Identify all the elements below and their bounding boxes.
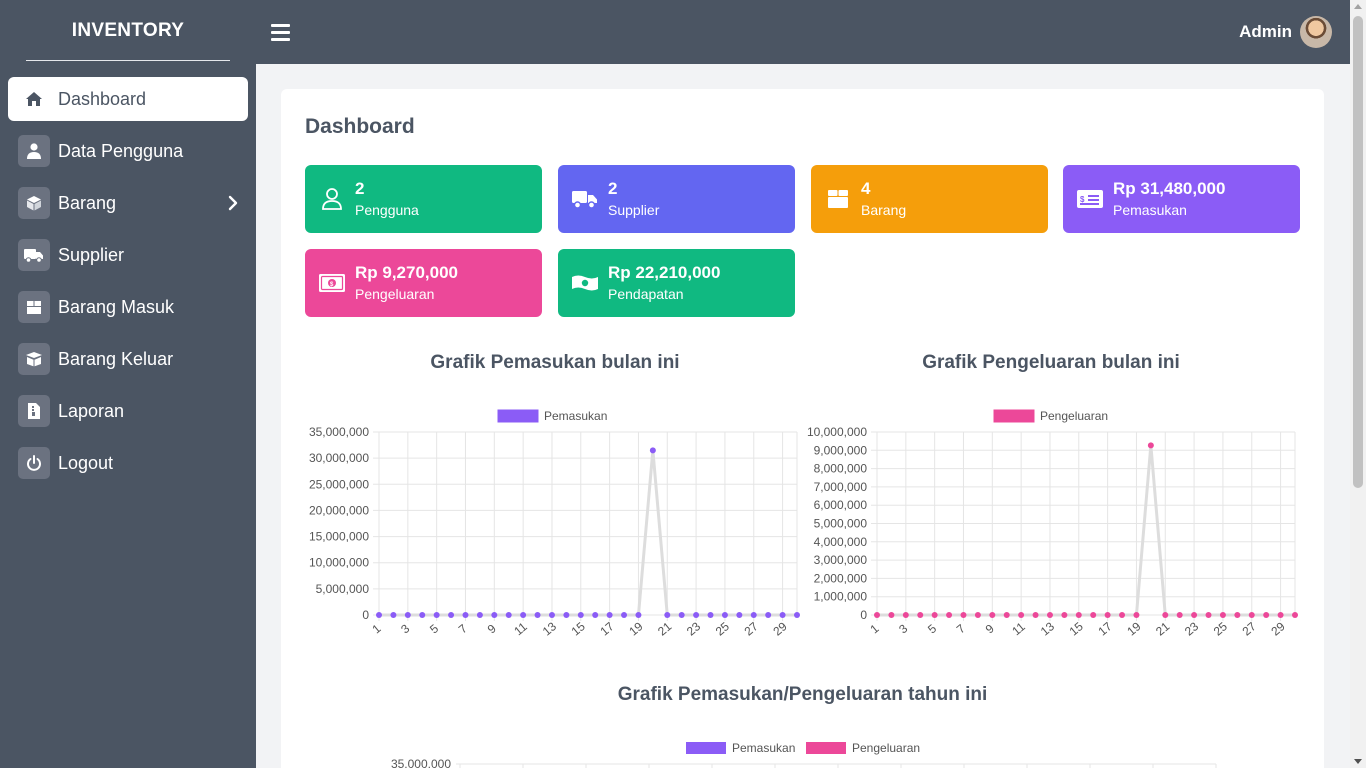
sidebar-item-label: Logout bbox=[58, 452, 114, 473]
sidebar-item-dashboard[interactable]: Dashboard bbox=[8, 77, 248, 121]
page-title: Dashboard bbox=[305, 115, 415, 138]
stat-label: Pendapatan bbox=[608, 286, 684, 302]
money-bill-icon: $ bbox=[317, 268, 347, 298]
hamburger-menu-icon[interactable] bbox=[271, 24, 291, 44]
scroll-thumb[interactable] bbox=[1353, 16, 1363, 488]
money-check-icon: $ bbox=[1075, 184, 1105, 214]
sidebar: INVENTORY Dashboard Data Pengguna Barang bbox=[0, 0, 256, 768]
chevron-right-icon bbox=[228, 195, 238, 216]
home-icon bbox=[18, 83, 50, 115]
main-card: Dashboard 2 Pengguna 2 Supplier 4 Barang $ … bbox=[281, 89, 1324, 768]
stat-value: 4 bbox=[861, 179, 871, 198]
stat-label: Pemasukan bbox=[1113, 202, 1187, 218]
scroll-down-arrow-icon[interactable] bbox=[1354, 759, 1362, 764]
stat-value: 2 bbox=[608, 179, 618, 198]
stat-card-pengeluaran[interactable]: $ Rp 9,270,000 Pengeluaran bbox=[305, 249, 542, 317]
file-icon bbox=[18, 395, 50, 427]
chart-title-tahunan: Grafik Pemasukan/Pengeluaran tahun ini bbox=[617, 684, 988, 705]
user-outline-icon bbox=[317, 184, 347, 214]
stat-card-pemasukan[interactable]: $ Rp 31,480,000 Pemasukan bbox=[1063, 165, 1300, 233]
sidebar-item-label: Dashboard bbox=[58, 88, 147, 109]
sidebar-item-laporan[interactable]: Laporan bbox=[8, 389, 248, 433]
money-bill-wave-icon bbox=[570, 268, 600, 298]
stat-value: 2 bbox=[355, 179, 365, 198]
svg-text:$: $ bbox=[1080, 195, 1085, 204]
box-icon bbox=[823, 184, 853, 214]
box-in-icon bbox=[18, 291, 50, 323]
sidebar-item-barang[interactable]: Barang bbox=[8, 181, 248, 225]
sidebar-item-label: Laporan bbox=[58, 400, 125, 421]
stat-card-barang[interactable]: 4 Barang bbox=[811, 165, 1048, 233]
sidebar-menu: Dashboard Data Pengguna Barang Supplier bbox=[8, 77, 248, 493]
sidebar-item-label: Barang Masuk bbox=[58, 296, 175, 317]
brand-title: INVENTORY bbox=[26, 0, 230, 61]
sidebar-item-label: Barang Keluar bbox=[58, 348, 174, 369]
sidebar-item-logout[interactable]: Logout bbox=[8, 441, 248, 485]
truck-icon bbox=[570, 184, 600, 214]
scroll-up-arrow-icon[interactable] bbox=[1354, 4, 1362, 9]
truck-icon bbox=[18, 239, 50, 271]
sidebar-item-label: Barang bbox=[58, 192, 117, 213]
stat-card-pengguna[interactable]: 2 Pengguna bbox=[305, 165, 542, 233]
chart-title-pengeluaran: Grafik Pengeluaran bulan ini bbox=[922, 352, 1180, 373]
topbar: Admin bbox=[256, 0, 1350, 64]
stat-card-pendapatan[interactable]: Rp 22,210,000 Pendapatan bbox=[558, 249, 795, 317]
stat-label: Pengguna bbox=[355, 202, 419, 218]
user-icon bbox=[18, 135, 50, 167]
sidebar-item-barang-masuk[interactable]: Barang Masuk bbox=[8, 285, 248, 329]
stat-value: Rp 22,210,000 bbox=[608, 263, 721, 282]
avatar[interactable] bbox=[1300, 16, 1332, 48]
box-icon bbox=[18, 187, 50, 219]
sidebar-item-label: Supplier bbox=[58, 244, 125, 265]
chart-title-pemasukan: Grafik Pemasukan bulan ini bbox=[430, 352, 680, 373]
sidebar-item-barang-keluar[interactable]: Barang Keluar bbox=[8, 337, 248, 381]
sidebar-item-supplier[interactable]: Supplier bbox=[8, 233, 248, 277]
stat-label: Barang bbox=[861, 202, 907, 218]
user-name[interactable]: Admin bbox=[1239, 22, 1292, 42]
power-icon bbox=[18, 447, 50, 479]
stat-label: Pengeluaran bbox=[355, 286, 435, 302]
sidebar-item-label: Data Pengguna bbox=[58, 140, 184, 161]
box-out-icon bbox=[18, 343, 50, 375]
stat-card-supplier[interactable]: 2 Supplier bbox=[558, 165, 795, 233]
page-scrollbar[interactable] bbox=[1350, 0, 1366, 768]
stat-label: Supplier bbox=[608, 202, 660, 218]
stat-value: Rp 31,480,000 bbox=[1113, 179, 1226, 198]
sidebar-item-data-pengguna[interactable]: Data Pengguna bbox=[8, 129, 248, 173]
stat-value: Rp 9,270,000 bbox=[355, 263, 459, 282]
